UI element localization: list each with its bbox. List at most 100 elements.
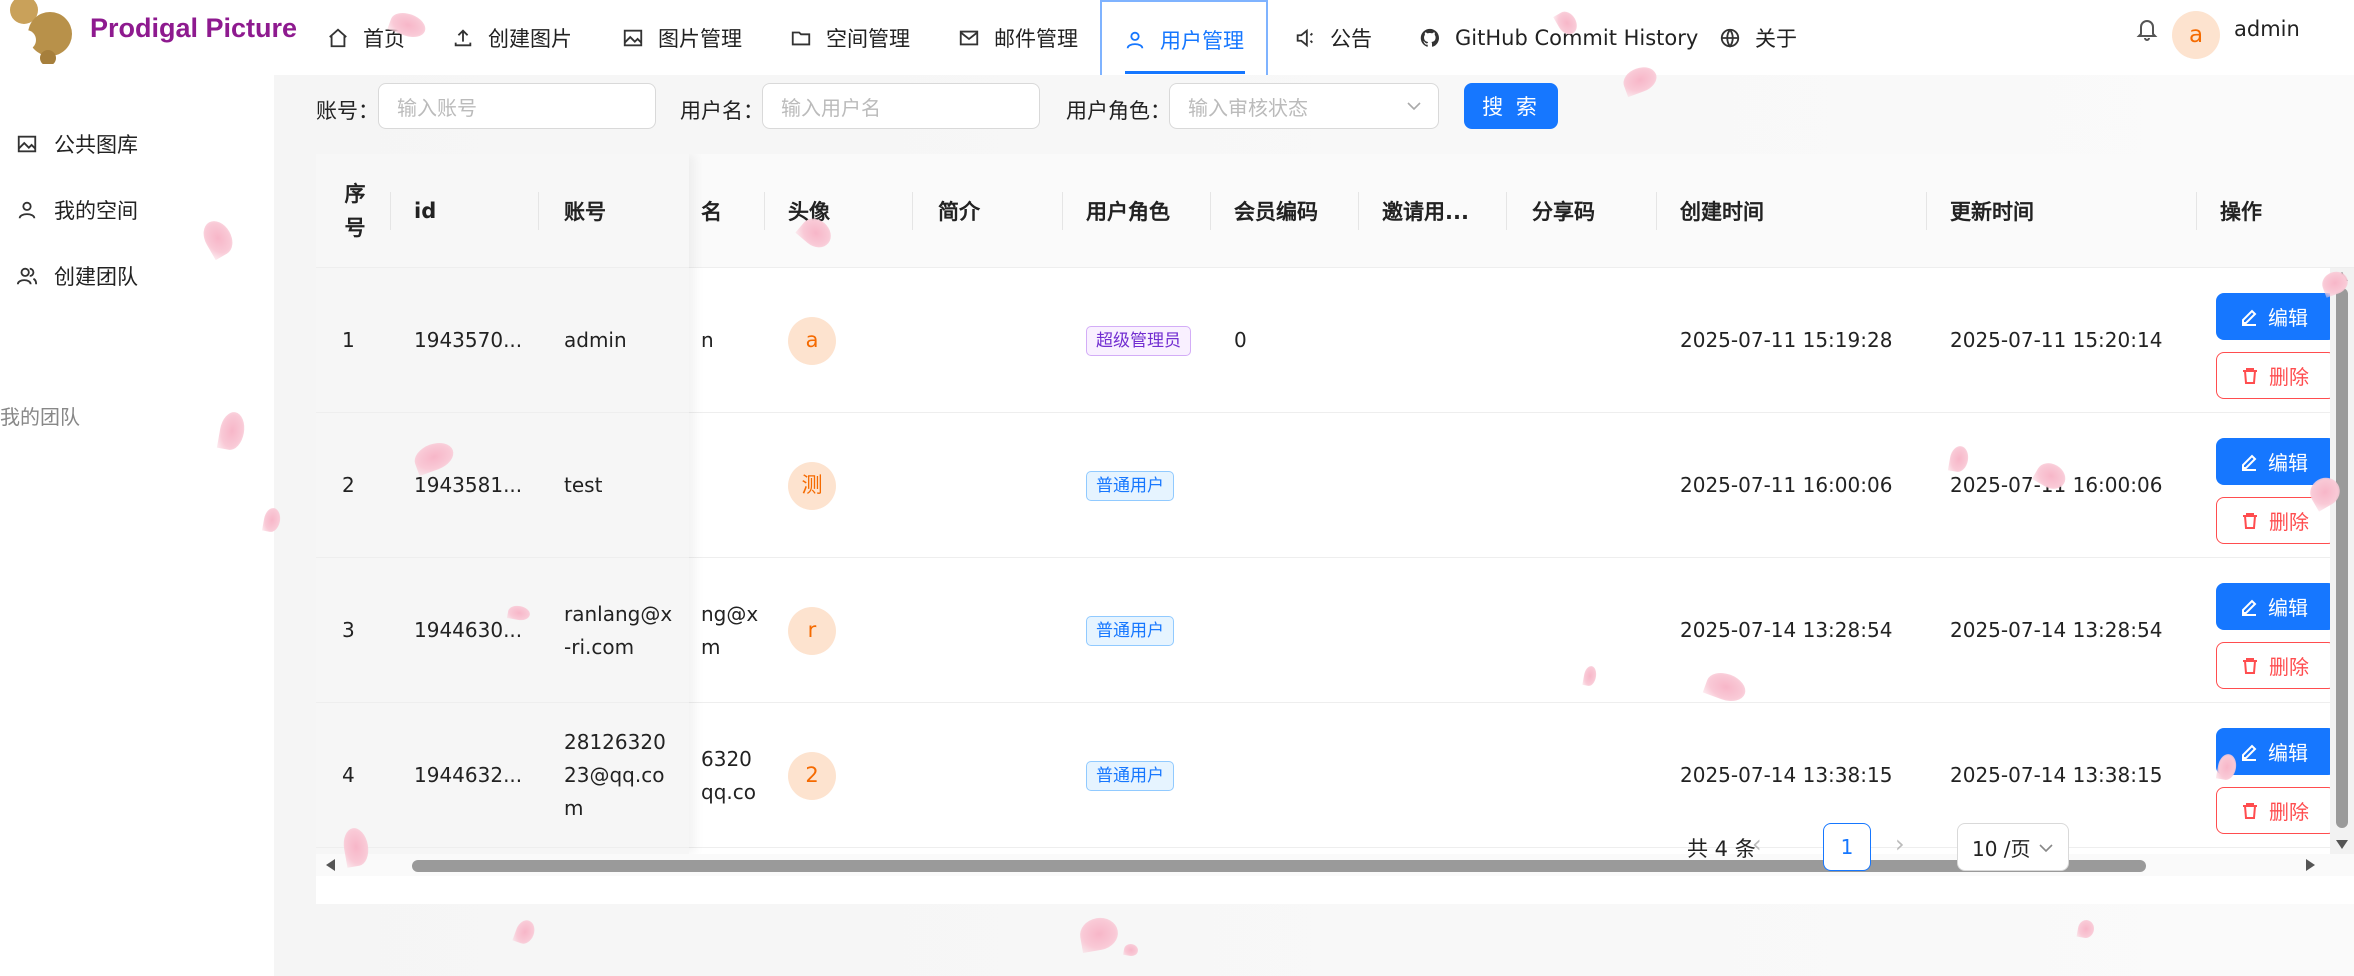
search-button[interactable]: 搜 索 [1464,83,1558,129]
trash-icon [2243,802,2257,819]
column-divider [1062,192,1063,230]
nav-announcement-label: 公告 [1330,26,1372,51]
role-select[interactable]: 输入审核状态 [1169,83,1439,129]
nav-mail-manage[interactable]: 邮件管理 [936,0,1100,75]
user-table: 名 头像 简介 用户角色 会员编码 邀请用... 分享码 创建时间 更新时间 操… [316,154,2354,904]
delete-button[interactable]: 删除 [2216,352,2336,399]
chevron-down-icon [1407,102,1421,111]
edit-icon [2242,599,2257,616]
col-index: 序号 [344,182,366,240]
nav-about[interactable]: 关于 [1697,0,1819,75]
nav-create-picture[interactable]: 创建图片 [430,0,594,75]
cell-account: admin [564,268,627,413]
edit-button-label: 编辑 [2268,306,2308,330]
col-share-code: 分享码 [1532,200,1595,224]
picture-icon [17,135,37,153]
avatar: r [788,606,836,655]
trash-icon [2243,657,2257,674]
home-icon [329,28,347,47]
account-input[interactable]: 输入账号 [378,83,656,129]
top-header: Prodigal Picture 首页 创建图片 图片管理 空间管理 邮件管理 … [0,0,2354,79]
user-avatar[interactable]: a [2172,11,2220,59]
edit-button-label: 编辑 [2268,596,2308,620]
scroll-left-arrow-icon[interactable] [326,859,335,871]
sidebar-item-label: 公共图库 [54,133,138,157]
nav-space-manage[interactable]: 空间管理 [768,0,932,75]
cell-updated-time: 2025-07-11 15:20:14 [1950,328,2163,352]
edit-button[interactable]: 编辑 [2216,583,2336,630]
nav-announcement[interactable]: 公告 [1272,0,1394,75]
page-size-select[interactable]: 10 /页 [1957,823,2069,871]
scroll-right-arrow-icon[interactable] [2306,859,2315,871]
column-divider [1656,192,1657,230]
avatar: 测 [788,461,836,510]
logo-icon[interactable] [6,0,74,64]
role-tag: 普通用户 [1086,760,1174,791]
trash-icon [2243,512,2257,529]
cell-name: ng@x m [701,558,758,703]
nav-active-indicator [1125,71,1245,74]
cell-account: ranlang@x -ri.com [564,558,672,703]
nav-user-manage[interactable]: 用户管理 [1100,0,1268,79]
col-id: id [414,199,437,223]
edit-button-label: 编辑 [2268,451,2308,475]
chevron-down-icon [2039,844,2053,853]
pagination-total: 共 4 条 [1687,837,1756,861]
cell-avatar: r [788,558,836,703]
cell-updated-time: 2025-07-14 13:28:54 [1950,618,2163,642]
github-icon [1420,28,1439,47]
horizontal-scrollbar-thumb[interactable] [412,860,2146,872]
edit-button[interactable]: 编辑 [2216,293,2336,340]
nav-space-manage-label: 空间管理 [826,26,910,51]
edit-icon [2242,454,2257,471]
cell-id: 1943581... [414,473,523,497]
delete-button[interactable]: 删除 [2216,787,2336,834]
edit-button-label: 编辑 [2268,741,2308,765]
edit-icon [2242,309,2257,326]
fixed-left-columns: 序号 id 账号 1 1943570... admin 2 1943581...… [316,154,689,854]
table-row: 4 1944632... 28126320 23@qq.co m [316,703,689,848]
nav-github-history[interactable]: GitHub Commit History [1397,0,1720,75]
col-updated-time: 更新时间 [1950,200,2034,224]
col-role: 用户角色 [1086,200,1170,224]
cell-created-time: 2025-07-11 16:00:06 [1680,473,1893,497]
col-vip-code: 会员编码 [1234,200,1318,224]
user-icon [1126,31,1144,49]
nav-picture-manage-label: 图片管理 [658,26,742,51]
nav-home[interactable]: 首页 [305,0,427,75]
cell-index: 2 [342,473,355,497]
cell-account-text: 28126320 23@qq.co m [564,730,666,820]
pagination-page-1[interactable]: 1 [1823,823,1871,871]
column-divider [1210,192,1211,230]
cell-index: 1 [342,328,355,352]
cell-id: 1944632... [414,763,523,787]
sidebar-group-my-teams[interactable]: 我的团队 [0,401,80,430]
delete-button-label: 删除 [2269,365,2309,389]
delete-button[interactable]: 删除 [2216,642,2336,689]
user-icon [18,201,36,219]
cell-account-text: test [564,473,603,497]
role-select-placeholder: 输入审核状态 [1188,95,1308,120]
col-invite-user: 邀请用... [1382,200,1469,224]
sidebar-item-public-gallery[interactable]: 公共图库 [16,129,138,159]
vertical-scrollbar[interactable] [2330,268,2354,854]
vertical-scrollbar-thumb[interactable] [2336,288,2348,828]
brand-title[interactable]: Prodigal Picture [90,13,297,44]
sidebar-item-create-team[interactable]: 创建团队 [16,261,138,291]
pagination-next-icon[interactable]: › [1895,830,1905,858]
bell-icon[interactable] [2135,16,2159,42]
delete-button-label: 删除 [2269,510,2309,534]
avatar: a [788,316,836,365]
scroll-down-arrow-icon[interactable] [2336,840,2348,849]
user-name[interactable]: admin [2234,17,2300,41]
pagination-prev-icon[interactable]: ‹ [1752,830,1762,858]
username-input[interactable]: 输入用户名 [762,83,1040,129]
edit-button[interactable]: 编辑 [2216,438,2336,485]
sidebar: 公共图库 我的空间 创建团队 我的团队 [0,75,274,976]
cell-avatar: 2 [788,703,836,848]
page-size-value: 10 /页 [1972,836,2031,861]
cell-name: 6320 qq.co [701,703,756,848]
sidebar-item-my-space[interactable]: 我的空间 [16,195,138,225]
cell-account: test [564,413,602,558]
nav-picture-manage[interactable]: 图片管理 [600,0,764,75]
